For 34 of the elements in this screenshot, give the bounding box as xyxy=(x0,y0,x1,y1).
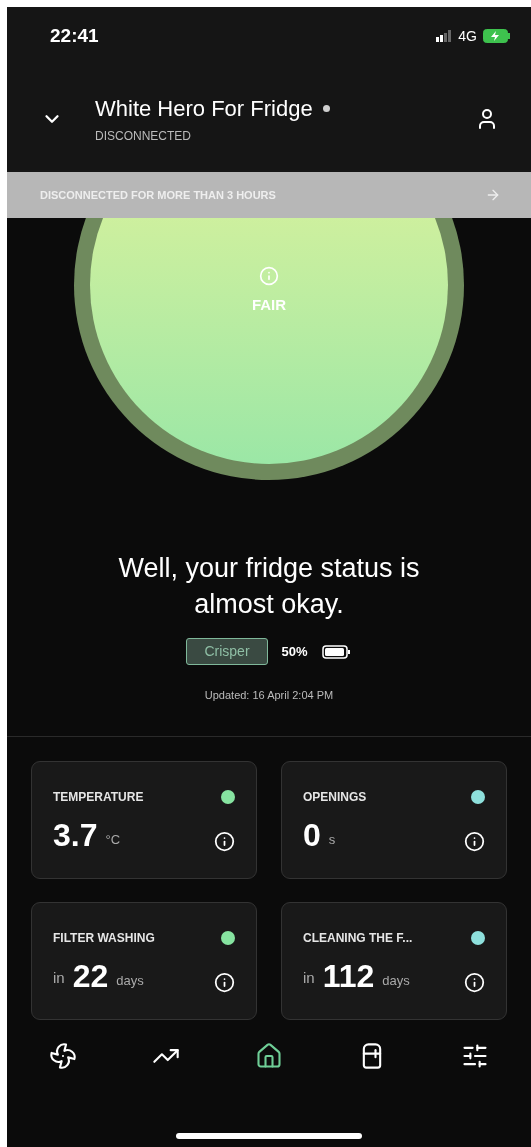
metric-unit: days xyxy=(382,972,410,990)
metric-card[interactable]: TEMPERATURE 3.7 °C xyxy=(31,760,257,879)
metric-title: TEMPERATURE xyxy=(53,788,144,806)
metric-unit: °C xyxy=(105,831,121,849)
metric-card[interactable]: OPENINGS 0 s xyxy=(281,760,507,879)
info-icon[interactable] xyxy=(464,971,485,993)
signal-icon xyxy=(436,30,453,42)
metric-card[interactable]: FILTER WASHING in 22 days xyxy=(31,901,257,1020)
metric-unit: s xyxy=(328,831,336,849)
metric-value: 112 xyxy=(322,958,375,993)
metric-unit: days xyxy=(116,972,144,990)
battery-percent: 50% xyxy=(281,642,308,661)
metric-title: FILTER WASHING xyxy=(53,929,155,947)
device-title: White Hero For Fridge xyxy=(95,95,313,123)
gauge-label: FAIR xyxy=(251,295,287,315)
metric-value: 22 xyxy=(72,958,109,993)
battery-charging-icon xyxy=(483,29,511,43)
status-time: 22:41 xyxy=(50,23,99,48)
status-message: Well, your fridge status is almost okay. xyxy=(117,552,421,621)
metric-title: OPENINGS xyxy=(303,788,367,806)
info-icon[interactable] xyxy=(464,830,485,852)
metric-title: CLEANING THE F... xyxy=(303,929,413,947)
updated-time: Updated: 16 April 2:04 PM xyxy=(204,688,334,703)
metric-card[interactable]: CLEANING THE F... in 112 days xyxy=(281,901,507,1020)
mode-tag[interactable]: Crisper xyxy=(186,638,268,665)
metric-value: 0 xyxy=(303,817,321,852)
metric-value: 3.7 xyxy=(53,817,98,852)
info-icon[interactable] xyxy=(214,971,235,993)
info-icon[interactable] xyxy=(214,830,235,852)
device-status: DISCONNECTED xyxy=(95,128,192,145)
metric-prefix: in xyxy=(53,968,65,988)
network-label: 4G xyxy=(458,26,477,46)
battery-icon xyxy=(321,644,352,659)
metric-prefix: in xyxy=(303,968,315,988)
